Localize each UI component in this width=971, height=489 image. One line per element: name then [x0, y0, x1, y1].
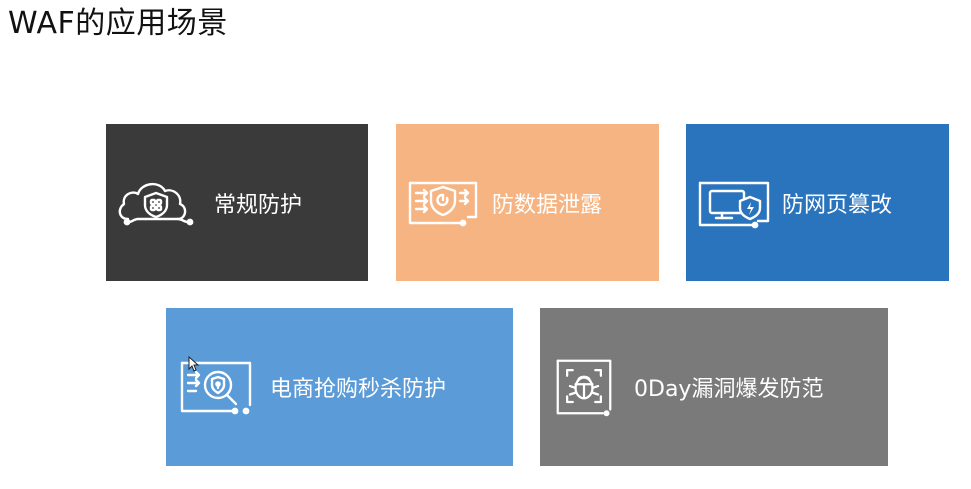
card-label: 电商抢购秒杀防护	[270, 377, 447, 402]
scenario-card-web-tamper[interactable]: 防网页篡改	[686, 124, 949, 281]
monitor-shield-icon	[692, 173, 774, 233]
scenario-card-ecommerce-flash-sale[interactable]: 电商抢购秒杀防护	[166, 308, 513, 466]
bug-scan-icon	[552, 357, 616, 417]
magnify-shield-icon	[174, 357, 256, 417]
page-title: WAF的应用场景	[8, 6, 228, 41]
card-label: 防数据泄露	[492, 192, 603, 218]
cloud-shield-icon	[116, 173, 198, 233]
card-label: 0Day漏洞爆发防范	[634, 377, 824, 402]
card-label: 常规防护	[214, 192, 303, 218]
scenario-card-0day-vulnerability[interactable]: 0Day漏洞爆发防范	[540, 308, 888, 466]
data-leak-shield-icon	[402, 173, 484, 233]
mouse-cursor-icon	[188, 356, 200, 372]
scenario-card-regular-protection[interactable]: 常规防护	[106, 124, 368, 281]
scenario-card-data-leak[interactable]: 防数据泄露	[396, 124, 659, 281]
card-label: 防网页篡改	[782, 192, 893, 218]
